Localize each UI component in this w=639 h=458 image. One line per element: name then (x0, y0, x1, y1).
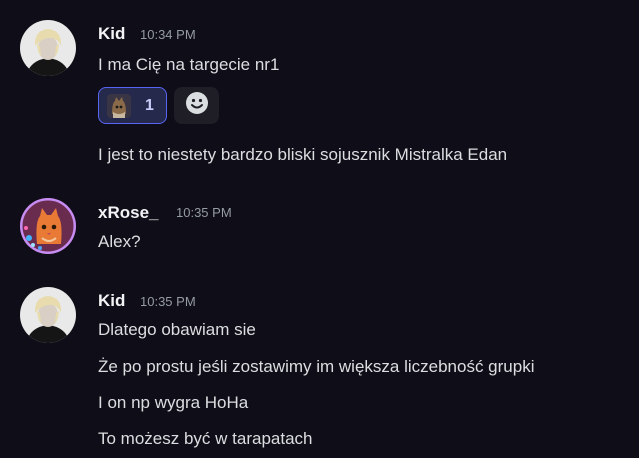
message-author[interactable]: xRose_ (98, 203, 158, 223)
kid-avatar[interactable] (20, 287, 76, 343)
message-text: Dlatego obawiam sie (98, 320, 256, 339)
message-author[interactable]: Kid (98, 291, 125, 311)
message-text: I ma Cię na targecie nr1 (98, 55, 280, 74)
smile-icon (185, 91, 209, 120)
message-timestamp: 10:35 PM (140, 294, 196, 309)
message-author[interactable]: Kid (98, 24, 125, 44)
message-text: Alex? (98, 232, 141, 251)
kid-avatar[interactable] (20, 20, 76, 76)
reaction-count: 1 (145, 96, 154, 114)
cat-emoji-icon (107, 93, 131, 118)
message-timestamp: 10:35 PM (176, 205, 232, 220)
add-reaction-button[interactable] (174, 87, 219, 124)
message-text: To możesz być w tarapatach (98, 429, 313, 448)
message-text: I jest to niestety bardzo bliski sojuszn… (98, 145, 508, 164)
message-text: Że po prostu jeśli zostawimy im większa … (98, 357, 535, 376)
message-text: I on np wygra HoHa (98, 393, 249, 412)
reaction-button[interactable]: 1 (98, 87, 167, 124)
message-timestamp: 10:34 PM (140, 27, 196, 42)
xrose-avatar[interactable] (20, 198, 76, 254)
chat-message-list: Kid 10:34 PM I ma Cię na targecie nr1 1 … (0, 0, 639, 458)
